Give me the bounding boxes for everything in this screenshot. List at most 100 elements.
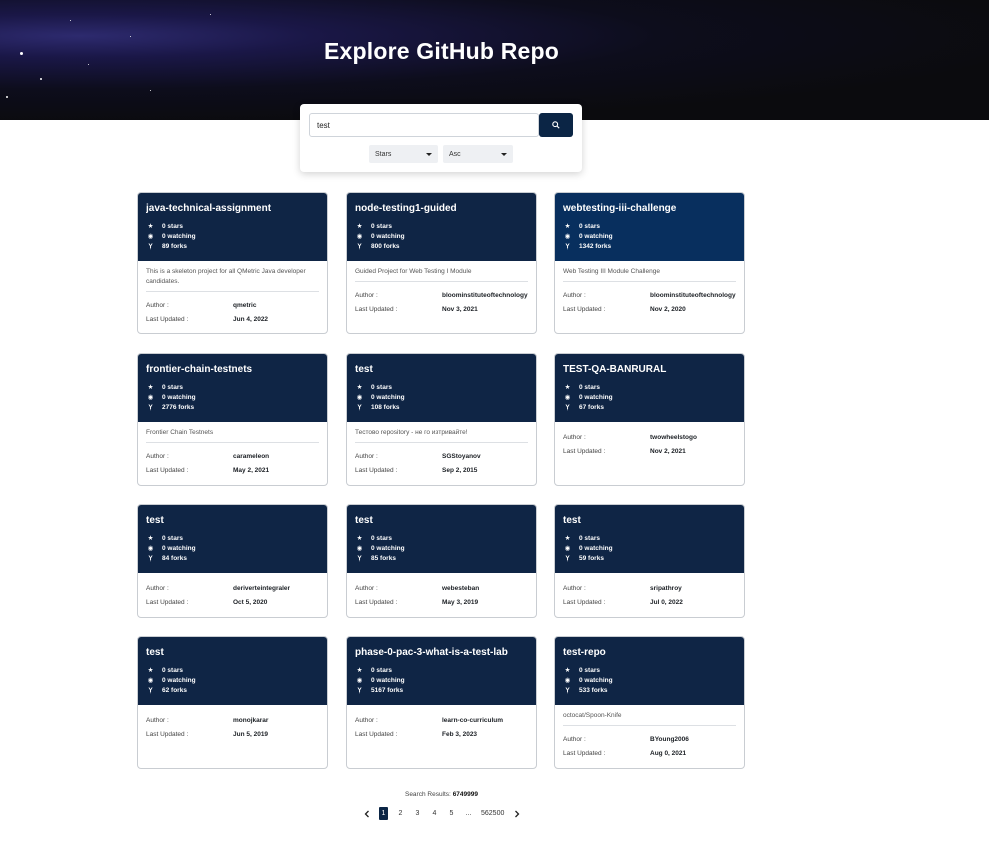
watching-count: 0 watching	[371, 676, 405, 684]
author-label: Author :	[355, 717, 378, 724]
stars-count: 0 stars	[371, 534, 392, 542]
updated-value: Nov 2, 2021	[650, 448, 686, 455]
repo-card[interactable]: test ★ 0 stars ◉ 0 watching Ỵ 84 forks Auth…	[137, 504, 328, 618]
fork-icon: Ỵ	[357, 686, 362, 694]
repo-card[interactable]: java-technical-assignment ★ 0 stars ◉ 0 wa…	[137, 192, 328, 334]
repo-name[interactable]: test	[355, 515, 528, 533]
watching-count: 0 watching	[162, 544, 196, 552]
pagination: 1 2 3 4 5 ... 562500	[358, 807, 525, 820]
author-row: Author : SGStoyanov	[355, 453, 528, 467]
repo-card[interactable]: webtesting-iii-challenge ★ 0 stars ◉ 0 wat…	[554, 192, 745, 334]
author-row: Author : deriverteintegraler	[146, 585, 319, 599]
stars-count: 0 stars	[371, 222, 392, 230]
author-label: Author :	[563, 434, 586, 441]
fork-icon: Ỵ	[565, 403, 570, 411]
author-row: Author : BYoung2006	[563, 736, 736, 750]
eye-icon: ◉	[356, 545, 363, 552]
fork-icon: Ỵ	[565, 242, 570, 250]
page-button[interactable]: 562500	[481, 807, 504, 820]
updated-label: Last Updated :	[146, 731, 189, 738]
updated-value: Sep 2, 2015	[442, 467, 478, 474]
star-icon: ★	[564, 535, 571, 542]
eye-icon: ◉	[356, 233, 363, 240]
author-label: Author :	[563, 585, 586, 592]
star-icon: ★	[564, 384, 571, 391]
page-button[interactable]: 3	[413, 807, 422, 820]
divider	[355, 442, 528, 443]
repo-card[interactable]: node-testing1-guided ★ 0 stars ◉ 0 watchin…	[346, 192, 537, 334]
author-value: monojkarar	[233, 717, 269, 724]
repo-card[interactable]: test ★ 0 stars ◉ 0 watching Ỵ 108 forks Тес…	[346, 353, 537, 486]
author-label: Author :	[563, 292, 586, 299]
repo-name[interactable]: phase-0-pac-3-what-is-a-test-lab	[355, 647, 528, 665]
order-select[interactable]: Asc	[443, 145, 513, 163]
sort-by-select[interactable]: Stars	[369, 145, 438, 163]
updated-value: Aug 0, 2021	[650, 750, 687, 757]
updated-value: Nov 2, 2020	[650, 306, 686, 313]
fork-icon: Ỵ	[148, 242, 153, 250]
author-row: Author : qmetric	[146, 302, 319, 316]
search-input[interactable]	[309, 113, 539, 137]
forks-count: 1342 forks	[579, 242, 612, 250]
repo-card[interactable]: frontier-chain-testnets ★ 0 stars ◉ 0 watc…	[137, 353, 328, 486]
page-button[interactable]: 1	[379, 807, 388, 820]
repo-name[interactable]: java-technical-assignment	[146, 203, 319, 221]
page-button[interactable]: 4	[430, 807, 439, 820]
repo-name[interactable]: test-repo	[563, 647, 736, 665]
eye-icon: ◉	[147, 545, 154, 552]
author-row: Author : sripathroy	[563, 585, 736, 599]
star-icon: ★	[147, 535, 154, 542]
repo-card[interactable]: test ★ 0 stars ◉ 0 watching Ỵ 62 forks Auth…	[137, 636, 328, 769]
updated-value: May 2, 2021	[233, 467, 270, 474]
prev-page-button[interactable]	[362, 807, 371, 820]
chevron-down-icon	[501, 152, 507, 156]
updated-row: Last Updated : May 3, 2019	[355, 599, 528, 613]
watching-count: 0 watching	[162, 393, 196, 401]
repo-card[interactable]: test-repo ★ 0 stars ◉ 0 watching Ỵ 533 fork…	[554, 636, 745, 769]
author-label: Author :	[355, 292, 378, 299]
author-value: SGStoyanov	[442, 453, 481, 460]
repo-name[interactable]: test	[146, 647, 319, 665]
repo-card[interactable]: test ★ 0 stars ◉ 0 watching Ỵ 85 forks Auth…	[346, 504, 537, 618]
repo-name[interactable]: TEST-QA-BANRURAL	[563, 364, 736, 382]
fork-icon: Ỵ	[565, 554, 570, 562]
divider	[563, 281, 736, 282]
page-button[interactable]: 2	[396, 807, 405, 820]
repo-name[interactable]: test	[563, 515, 736, 533]
forks-count: 62 forks	[162, 686, 187, 694]
updated-row: Last Updated : Oct 5, 2020	[146, 599, 319, 613]
author-value: webesteban	[442, 585, 480, 592]
updated-value: Feb 3, 2023	[442, 731, 478, 738]
repo-card[interactable]: phase-0-pac-3-what-is-a-test-lab ★ 0 star…	[346, 636, 537, 769]
repo-name[interactable]: frontier-chain-testnets	[146, 364, 319, 382]
repo-name[interactable]: webtesting-iii-challenge	[563, 203, 736, 221]
repo-description: Web Testing III Module Challenge	[563, 268, 660, 275]
fork-icon: Ỵ	[565, 686, 570, 694]
repo-name[interactable]: test	[355, 364, 528, 382]
search-button[interactable]	[539, 113, 573, 137]
stars-count: 0 stars	[371, 666, 392, 674]
order-value: Asc	[449, 150, 461, 158]
fork-icon: Ỵ	[148, 403, 153, 411]
next-page-button[interactable]	[512, 807, 521, 820]
updated-label: Last Updated :	[355, 599, 398, 606]
repo-card[interactable]: TEST-QA-BANRURAL ★ 0 stars ◉ 0 watching Ỵ 6…	[554, 353, 745, 486]
eye-icon: ◉	[356, 677, 363, 684]
eye-icon: ◉	[564, 545, 571, 552]
repo-name[interactable]: test	[146, 515, 319, 533]
forks-count: 5167 forks	[371, 686, 404, 694]
updated-row: Last Updated : Sep 2, 2015	[355, 467, 528, 481]
forks-count: 2776 forks	[162, 403, 195, 411]
fork-icon: Ỵ	[148, 686, 153, 694]
updated-label: Last Updated :	[355, 731, 398, 738]
divider	[146, 442, 319, 443]
repo-card[interactable]: test ★ 0 stars ◉ 0 watching Ỵ 59 forks Auth…	[554, 504, 745, 618]
page-button[interactable]: 5	[447, 807, 456, 820]
sort-by-value: Stars	[375, 150, 392, 158]
star-icon: ★	[356, 535, 363, 542]
watching-count: 0 watching	[162, 676, 196, 684]
stars-count: 0 stars	[162, 222, 183, 230]
stars-count: 0 stars	[371, 383, 392, 391]
chevron-left-icon	[364, 810, 369, 817]
repo-name[interactable]: node-testing1-guided	[355, 203, 528, 221]
